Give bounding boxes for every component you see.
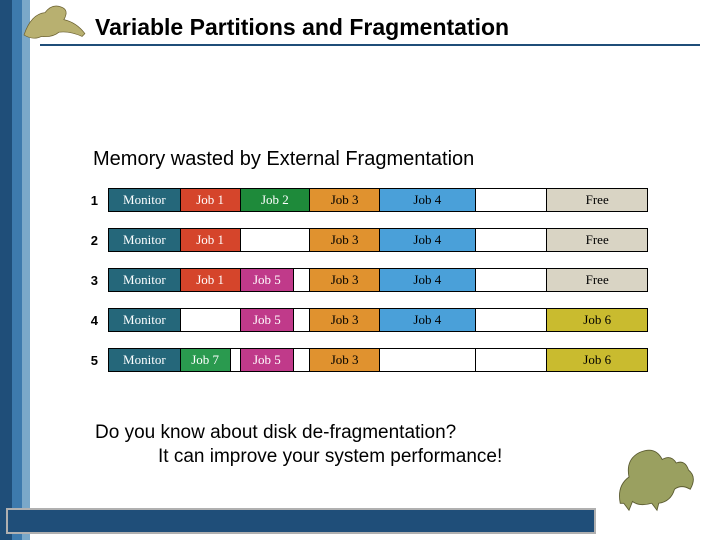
- segment-empty: [476, 229, 548, 251]
- segment-job3: Job 3: [310, 269, 380, 291]
- segment-job1: Job 1: [181, 229, 241, 251]
- segment-empty: [294, 349, 310, 371]
- segment-job5: Job 5: [241, 349, 295, 371]
- segment-empty: [476, 349, 548, 371]
- segment-empty: [241, 229, 311, 251]
- segment-job1: Job 1: [181, 189, 241, 211]
- segment-empty: [476, 309, 548, 331]
- segment-job4: Job 4: [380, 189, 476, 211]
- segment-empty: [476, 269, 548, 291]
- slide-subtitle: Memory wasted by External Fragmentation: [93, 148, 474, 171]
- title-underline: [40, 44, 700, 46]
- row-number: 4: [80, 313, 98, 328]
- row-number: 5: [80, 353, 98, 368]
- memory-row: 5 MonitorJob 7 Job 5 Job 3 Job 6: [80, 348, 648, 372]
- segment-empty: [294, 269, 310, 291]
- segment-job2: Job 2: [241, 189, 311, 211]
- segment-monitor: Monitor: [109, 269, 181, 291]
- memory-row: 4 Monitor Job 5 Job 3Job 4 Job 6: [80, 308, 648, 332]
- segment-job7: Job 7: [181, 349, 231, 371]
- slide-title: Variable Partitions and Fragmentation: [95, 14, 509, 41]
- segment-job5: Job 5: [241, 309, 295, 331]
- memory-row: 3 MonitorJob 1Job 5 Job 3Job 4 Free: [80, 268, 648, 292]
- segment-empty: [181, 309, 241, 331]
- segment-job4: Job 4: [380, 269, 476, 291]
- memory-bar: MonitorJob 1 Job 3Job 4 Free: [108, 228, 648, 252]
- segment-monitor: Monitor: [109, 349, 181, 371]
- segment-free: Free: [547, 269, 647, 291]
- memory-diagram: 1MonitorJob 1Job 2Job 3Job 4Free2Monitor…: [80, 188, 648, 388]
- segment-monitor: Monitor: [109, 229, 181, 251]
- memory-row: 2 MonitorJob 1 Job 3Job 4 Free: [80, 228, 648, 252]
- segment-job3: Job 3: [310, 229, 380, 251]
- footer-bar: [6, 508, 596, 534]
- memory-bar: MonitorJob 1Job 2Job 3Job 4 Free: [108, 188, 648, 212]
- segment-monitor: Monitor: [109, 189, 181, 211]
- segment-empty: [294, 309, 310, 331]
- row-number: 1: [80, 193, 98, 208]
- segment-job5: Job 5: [241, 269, 295, 291]
- dinosaur-icon: [612, 442, 702, 512]
- segment-empty: [476, 189, 548, 211]
- segment-job3: Job 3: [310, 189, 380, 211]
- segment-monitor: Monitor: [109, 309, 181, 331]
- decor-stripe: [12, 0, 22, 540]
- segment-job3: Job 3: [310, 309, 380, 331]
- memory-row: 1 MonitorJob 1Job 2Job 3Job 4 Free: [80, 188, 648, 212]
- row-number: 3: [80, 273, 98, 288]
- dinosaur-icon: [18, 0, 93, 42]
- decor-stripe: [22, 0, 30, 540]
- question-text: Do you know about disk de-fragmentation?: [95, 422, 456, 444]
- answer-text: It can improve your system performance!: [158, 446, 502, 468]
- segment-free: Free: [547, 189, 647, 211]
- memory-bar: MonitorJob 7 Job 5 Job 3 Job 6: [108, 348, 648, 372]
- decor-stripe: [0, 0, 12, 540]
- segment-job1: Job 1: [181, 269, 241, 291]
- segment-job6: Job 6: [547, 349, 647, 371]
- segment-job4: Job 4: [380, 229, 476, 251]
- memory-bar: Monitor Job 5 Job 3Job 4 Job 6: [108, 308, 648, 332]
- row-number: 2: [80, 233, 98, 248]
- segment-job6: Job 6: [547, 309, 647, 331]
- memory-bar: MonitorJob 1Job 5 Job 3Job 4 Free: [108, 268, 648, 292]
- segment-job3: Job 3: [310, 349, 380, 371]
- segment-empty: [231, 349, 241, 371]
- segment-empty: [380, 349, 476, 371]
- segment-job4: Job 4: [380, 309, 476, 331]
- segment-free: Free: [547, 229, 647, 251]
- slide: Variable Partitions and Fragmentation Me…: [0, 0, 720, 540]
